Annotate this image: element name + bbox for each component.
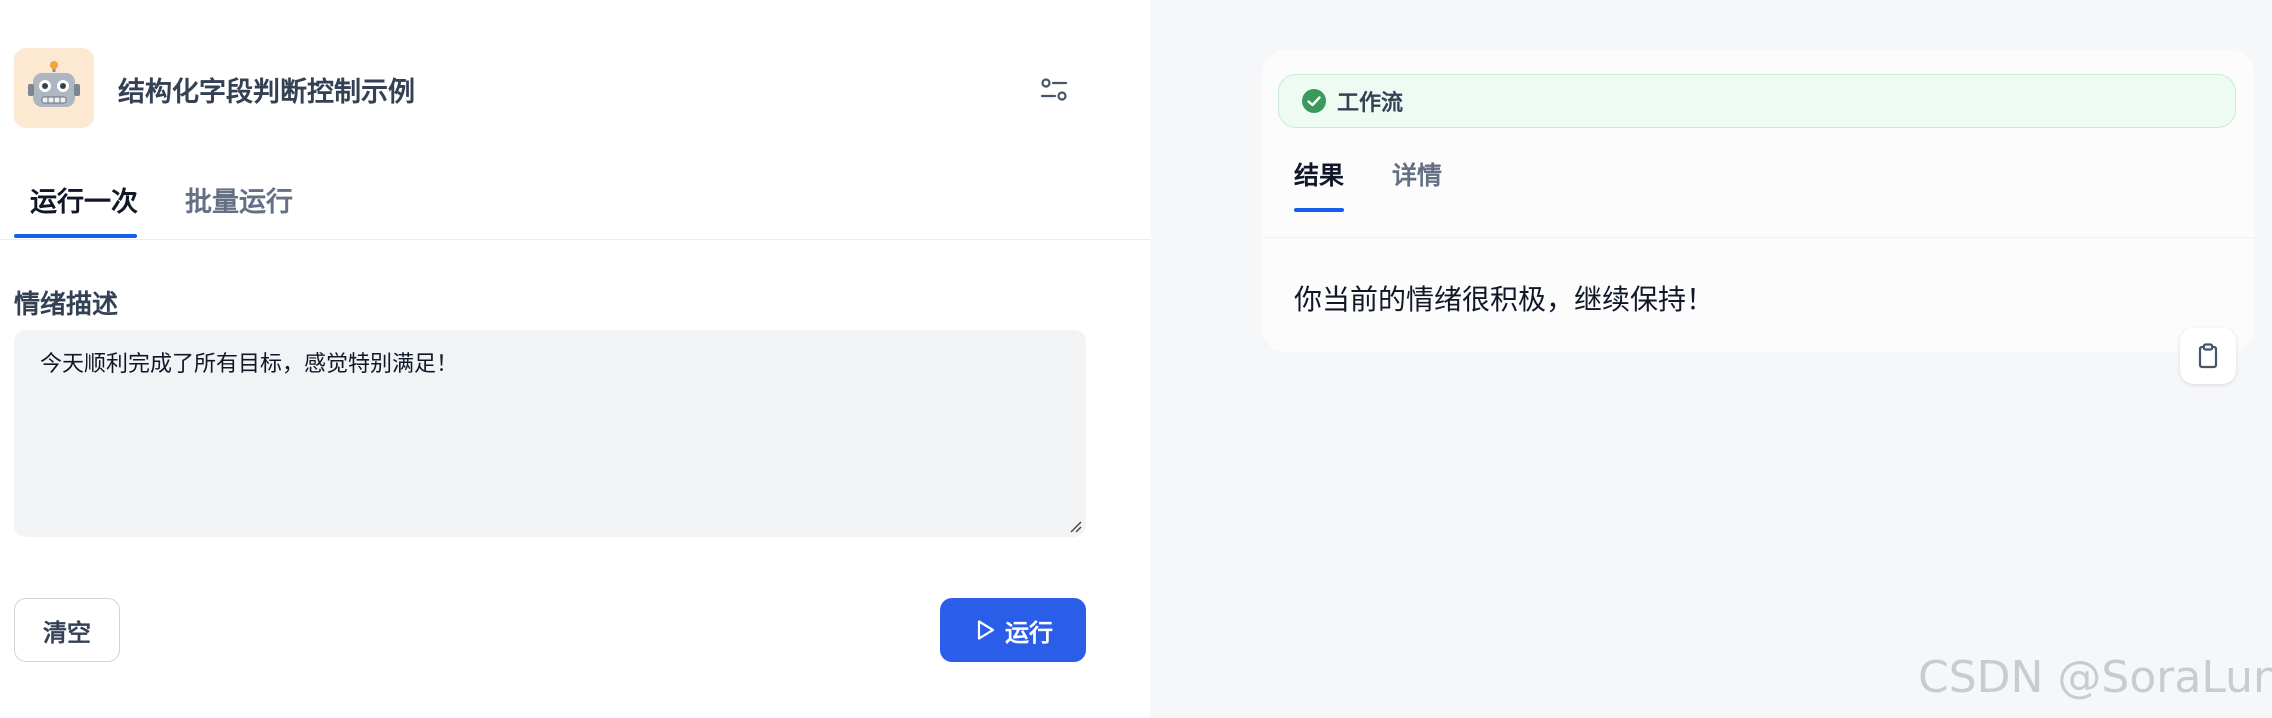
emotion-description-label: 情绪描述 bbox=[14, 290, 119, 320]
settings-button[interactable] bbox=[1034, 70, 1074, 110]
result-tabs-divider bbox=[1262, 237, 2254, 238]
active-tab-indicator bbox=[14, 234, 137, 238]
resize-handle-icon[interactable] bbox=[1068, 519, 1082, 533]
workflow-status-bar[interactable]: 工作流 bbox=[1278, 74, 2236, 128]
result-tab-indicator bbox=[1294, 208, 1344, 212]
result-card: 工作流 结果 详情 你当前的情绪很积极，继续保持！ bbox=[1262, 50, 2254, 352]
workflow-output-text: 你当前的情绪很积极，继续保持！ bbox=[1294, 283, 1715, 316]
check-circle-icon bbox=[1302, 89, 1326, 113]
app-title: 结构化字段判断控制示例 bbox=[118, 77, 415, 108]
clipboard-icon bbox=[2198, 343, 2218, 369]
emotion-description-field-wrapper: 今天顺利完成了所有目标，感觉特别满足！ bbox=[14, 330, 1086, 537]
play-icon bbox=[977, 620, 995, 640]
watermark: CSDN @SoraLuna bbox=[1918, 652, 2272, 703]
run-button[interactable]: 运行 bbox=[940, 598, 1086, 662]
robot-icon bbox=[14, 48, 94, 128]
copy-button[interactable] bbox=[2180, 328, 2236, 384]
tab-detail[interactable]: 详情 bbox=[1392, 156, 1442, 192]
run-button-label: 运行 bbox=[1005, 618, 1053, 647]
workflow-status-label: 工作流 bbox=[1337, 91, 1404, 116]
tabs-divider bbox=[0, 239, 1150, 240]
settings-sliders-icon bbox=[1040, 78, 1068, 101]
tab-run-once[interactable]: 运行一次 bbox=[30, 180, 138, 219]
tab-batch-run[interactable]: 批量运行 bbox=[185, 180, 293, 219]
clear-button[interactable]: 清空 bbox=[14, 598, 120, 662]
left-panel: 结构化字段判断控制示例 运行一次 批量运行 情绪描述 今天顺利完成了所有目标，感… bbox=[0, 0, 1150, 718]
tab-result[interactable]: 结果 bbox=[1294, 156, 1344, 192]
emotion-description-input[interactable]: 今天顺利完成了所有目标，感觉特别满足！ bbox=[14, 330, 1086, 537]
